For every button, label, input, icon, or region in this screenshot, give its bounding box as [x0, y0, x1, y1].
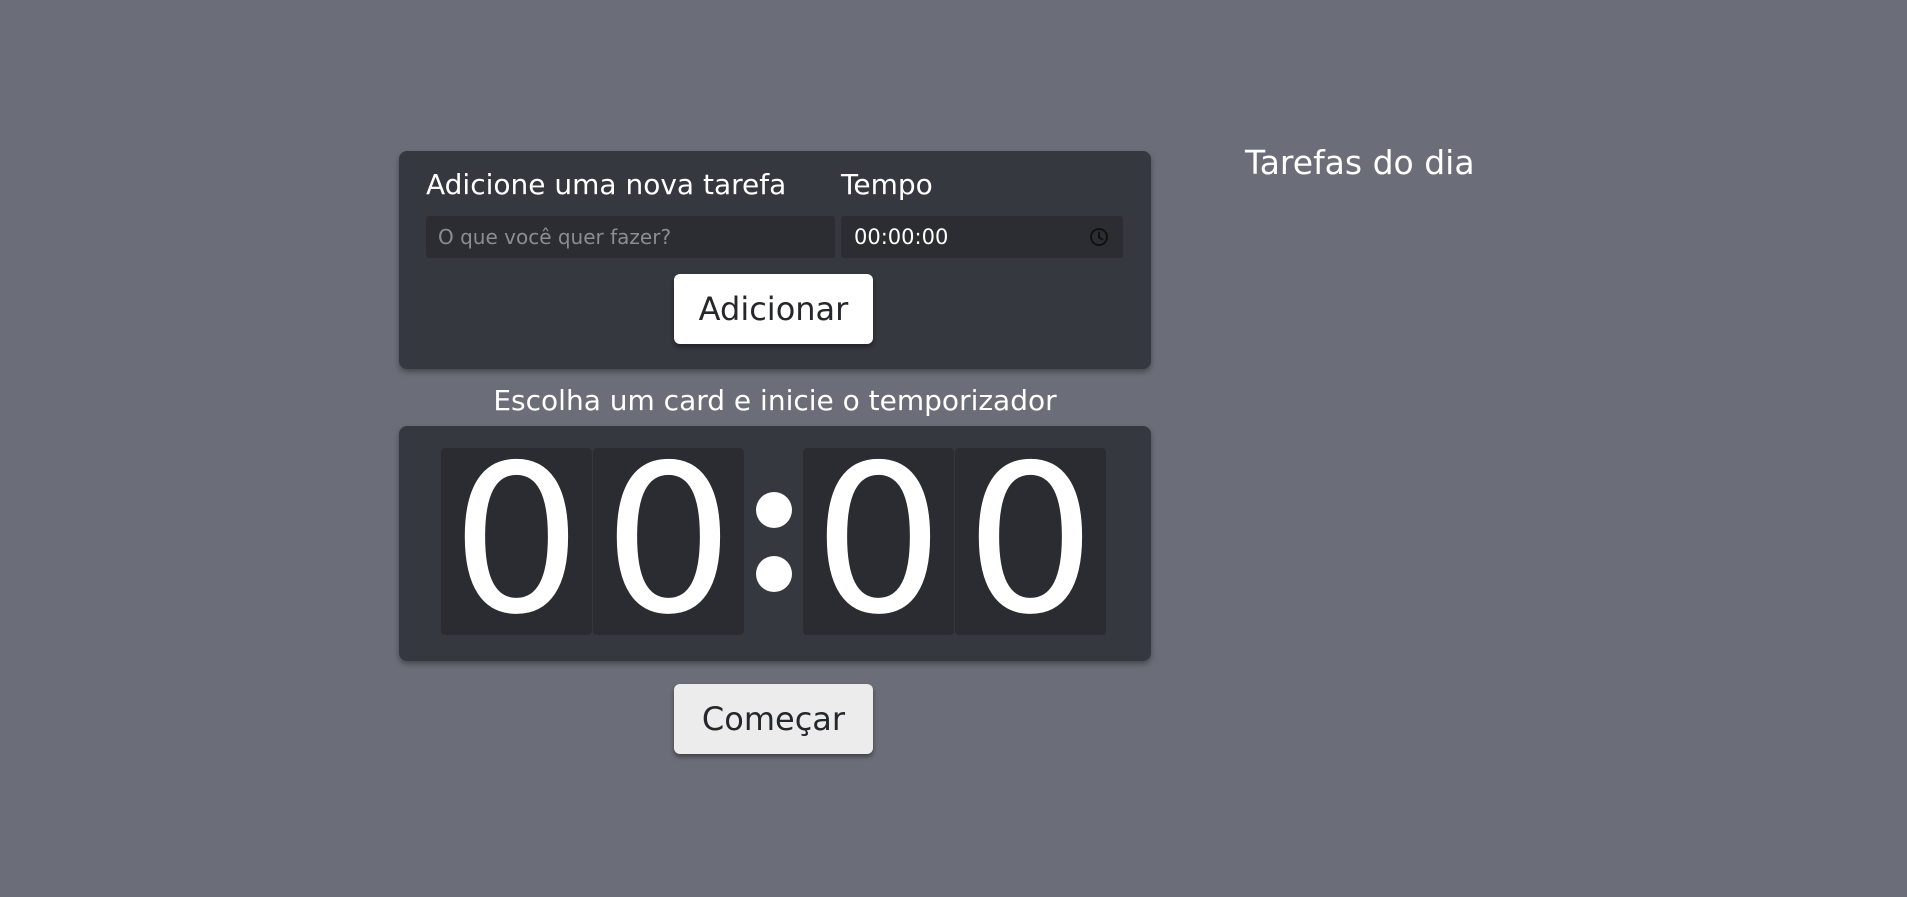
task-input[interactable]: [426, 216, 835, 258]
colon-dot-bottom: [756, 556, 792, 592]
minutes-ones-digit: 0: [593, 439, 744, 644]
seconds-tens-digit: 0: [803, 439, 954, 644]
colon-dot-top: [756, 492, 792, 528]
task-label: Adicione uma nova tarefa: [426, 168, 787, 201]
minutes-tens-digit: 0: [441, 439, 592, 644]
add-task-button[interactable]: Adicionar: [674, 274, 873, 344]
daily-tasks-title: Tarefas do dia: [1245, 143, 1475, 182]
time-input[interactable]: 00:00:00: [841, 216, 1123, 258]
clock-icon[interactable]: [1088, 226, 1110, 248]
seconds-ones-digit: 0: [955, 439, 1106, 644]
timer-colon: [756, 492, 792, 592]
new-task-form: Adicione uma nova tarefa Tempo 00:00:00 …: [399, 151, 1151, 369]
timer-display: 0 0 0 0: [399, 426, 1151, 661]
timer-subtitle: Escolha um card e inicie o temporizador: [493, 384, 1057, 417]
start-timer-button[interactable]: Começar: [674, 684, 873, 754]
time-input-value: 00:00:00: [854, 225, 949, 249]
time-label: Tempo: [841, 168, 933, 201]
